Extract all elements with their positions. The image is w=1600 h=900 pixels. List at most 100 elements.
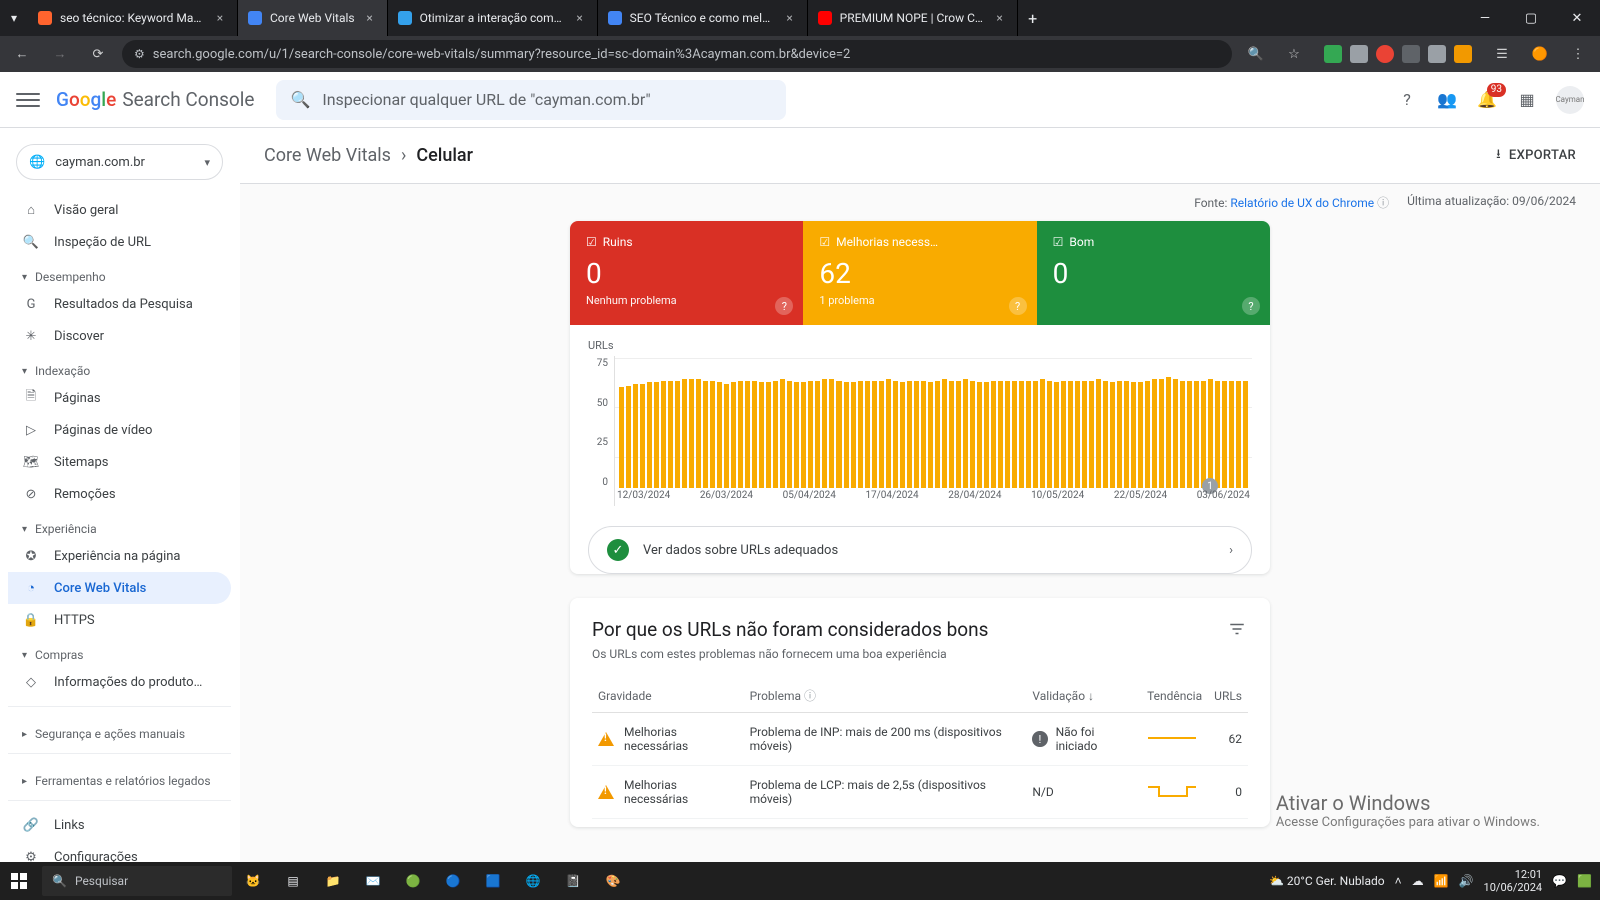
window-minimize-button[interactable]: — bbox=[1462, 0, 1508, 36]
tray-app-icon[interactable]: 🟩 bbox=[1577, 874, 1592, 888]
chart-bar[interactable] bbox=[682, 379, 687, 488]
source-link[interactable]: Relatório de UX do Chrome bbox=[1230, 196, 1374, 210]
chart-bar[interactable] bbox=[766, 382, 771, 488]
browser-tab-4[interactable]: PREMIUM NOPE | Crow Countr…× bbox=[808, 0, 1018, 36]
tray-notification-icon[interactable]: 💬 bbox=[1552, 874, 1567, 888]
chart-bar[interactable] bbox=[1075, 381, 1080, 488]
sidebar-item-overview[interactable]: ⌂Visão geral bbox=[8, 194, 231, 226]
chart-bar[interactable] bbox=[647, 382, 652, 488]
help-icon[interactable]: ? bbox=[1396, 89, 1418, 111]
col-problem[interactable]: Problema ⓘ bbox=[744, 679, 1027, 713]
window-maximize-button[interactable]: ▢ bbox=[1508, 0, 1554, 36]
tab-search-button[interactable]: ▾ bbox=[0, 0, 28, 36]
task-view-button[interactable]: ▤ bbox=[274, 862, 312, 900]
extensions-puzzle-icon[interactable] bbox=[1428, 45, 1446, 63]
chart-bar[interactable] bbox=[942, 379, 947, 488]
chart-bar[interactable] bbox=[710, 381, 715, 488]
chart-bar[interactable] bbox=[1012, 381, 1017, 488]
chart-bar[interactable] bbox=[977, 382, 982, 488]
zoom-icon[interactable]: 🔍 bbox=[1242, 40, 1270, 68]
tab-close-icon[interactable]: × bbox=[213, 11, 227, 25]
chart-bar[interactable] bbox=[1131, 382, 1136, 488]
chart-bar[interactable] bbox=[815, 381, 820, 488]
chart-bar[interactable] bbox=[1201, 381, 1206, 488]
sidebar-item-product-info[interactable]: ◇Informações do produto… bbox=[8, 666, 231, 698]
chart-bar[interactable] bbox=[1243, 381, 1248, 488]
sidebar-section-security[interactable]: Segurança e ações manuais bbox=[8, 715, 231, 745]
start-button[interactable] bbox=[0, 862, 38, 900]
chart-bar[interactable] bbox=[914, 381, 919, 488]
chart-bar[interactable] bbox=[851, 382, 856, 488]
view-good-urls-link[interactable]: ✓ Ver dados sobre URLs adequados › bbox=[588, 526, 1252, 574]
app-logo[interactable]: Google Search Console bbox=[56, 88, 254, 111]
chart-bar[interactable] bbox=[928, 382, 933, 488]
chart-bar[interactable] bbox=[1061, 381, 1066, 488]
sidebar-item-video-pages[interactable]: ▷Páginas de vídeo bbox=[8, 414, 231, 446]
chart-bar[interactable] bbox=[1096, 379, 1101, 488]
taskbar-search[interactable]: 🔍Pesquisar bbox=[42, 866, 232, 896]
taskbar-clock[interactable]: 12:01 10/06/2024 bbox=[1484, 868, 1543, 894]
taskbar-app-icon[interactable]: 🔵 bbox=[434, 862, 472, 900]
tray-cloud-icon[interactable]: ☁ bbox=[1412, 874, 1424, 888]
taskbar-app-explorer[interactable]: 📁 bbox=[314, 862, 352, 900]
taskbar-app-mail[interactable]: ✉️ bbox=[354, 862, 392, 900]
chart-bar[interactable] bbox=[675, 381, 680, 488]
sidebar-item-core-web-vitals[interactable]: ◔Core Web Vitals bbox=[8, 572, 231, 604]
chart-bar[interactable] bbox=[1040, 379, 1045, 488]
chart-bar[interactable] bbox=[1222, 381, 1227, 488]
chart-bar[interactable] bbox=[1159, 379, 1164, 488]
sidebar-section-experience[interactable]: Experiência bbox=[8, 510, 231, 540]
chart-bar[interactable] bbox=[956, 381, 961, 488]
col-urls[interactable]: URLs bbox=[1208, 679, 1248, 713]
chart-bar[interactable] bbox=[998, 381, 1003, 488]
chart-bar[interactable] bbox=[970, 381, 975, 488]
taskbar-app-chrome[interactable]: 🟢 bbox=[394, 862, 432, 900]
bookmark-star-icon[interactable]: ☆ bbox=[1280, 40, 1308, 68]
chart-bar[interactable] bbox=[794, 382, 799, 488]
chart-bar[interactable] bbox=[907, 381, 912, 488]
sidebar-section-legacy[interactable]: Ferramentas e relatórios legados bbox=[8, 762, 231, 792]
extension-icon[interactable] bbox=[1402, 45, 1420, 63]
sidebar-item-page-experience[interactable]: ✪Experiência na página bbox=[8, 540, 231, 572]
browser-tab-3[interactable]: SEO Técnico e como melhorar c…× bbox=[598, 0, 808, 36]
sidebar-item-links[interactable]: 🔗Links bbox=[8, 809, 231, 841]
chart-bar[interactable] bbox=[900, 382, 905, 488]
account-avatar[interactable]: Cayman bbox=[1556, 86, 1584, 114]
chart-bar[interactable] bbox=[661, 381, 666, 488]
chart-bar[interactable] bbox=[626, 386, 631, 488]
sidebar-item-https[interactable]: 🔒HTTPS bbox=[8, 604, 231, 636]
chart-bar[interactable] bbox=[1194, 381, 1199, 488]
sidebar-section-shopping[interactable]: Compras bbox=[8, 636, 231, 666]
chart-bar[interactable] bbox=[872, 381, 877, 488]
window-close-button[interactable]: ✕ bbox=[1554, 0, 1600, 36]
tray-chevron-icon[interactable]: ˄ bbox=[1395, 874, 1402, 888]
chart-bar[interactable] bbox=[858, 381, 863, 488]
chart-bar[interactable] bbox=[1229, 381, 1234, 488]
chart-bar[interactable] bbox=[780, 379, 785, 488]
taskbar-app-icon[interactable]: 🌐 bbox=[514, 862, 552, 900]
taskbar-app-icon[interactable]: 🐱 bbox=[234, 862, 272, 900]
reload-button[interactable]: ⟳ bbox=[84, 40, 112, 68]
chart-bar[interactable] bbox=[1026, 381, 1031, 488]
info-icon[interactable]: ⓘ bbox=[1377, 196, 1389, 210]
tray-wifi-icon[interactable]: 📶 bbox=[1434, 874, 1449, 888]
browser-tab-0[interactable]: seo técnico: Keyword Magic To…× bbox=[28, 0, 238, 36]
table-row[interactable]: Melhorias necessáriasProblema de INP: ma… bbox=[592, 713, 1248, 766]
extension-icon[interactable] bbox=[1454, 45, 1472, 63]
chart-bar[interactable] bbox=[1047, 381, 1052, 488]
chart-bar[interactable] bbox=[1068, 381, 1073, 488]
back-button[interactable]: ← bbox=[8, 40, 36, 68]
chart-bar[interactable] bbox=[1103, 381, 1108, 488]
sidebar-section-performance[interactable]: Desempenho bbox=[8, 258, 231, 288]
chart-bar[interactable] bbox=[1208, 379, 1213, 488]
new-tab-button[interactable]: + bbox=[1018, 0, 1048, 36]
info-icon[interactable]: ⓘ bbox=[804, 689, 816, 703]
breadcrumb-parent[interactable]: Core Web Vitals bbox=[264, 145, 391, 166]
chart-bar[interactable] bbox=[1180, 381, 1185, 488]
chart-bar[interactable] bbox=[991, 381, 996, 488]
notifications-button[interactable]: 🔔93 bbox=[1476, 89, 1498, 111]
filter-button[interactable] bbox=[1226, 618, 1248, 640]
tab-close-icon[interactable]: × bbox=[783, 11, 797, 25]
chart-bar[interactable] bbox=[633, 384, 638, 488]
chart-bar[interactable] bbox=[1117, 381, 1122, 488]
